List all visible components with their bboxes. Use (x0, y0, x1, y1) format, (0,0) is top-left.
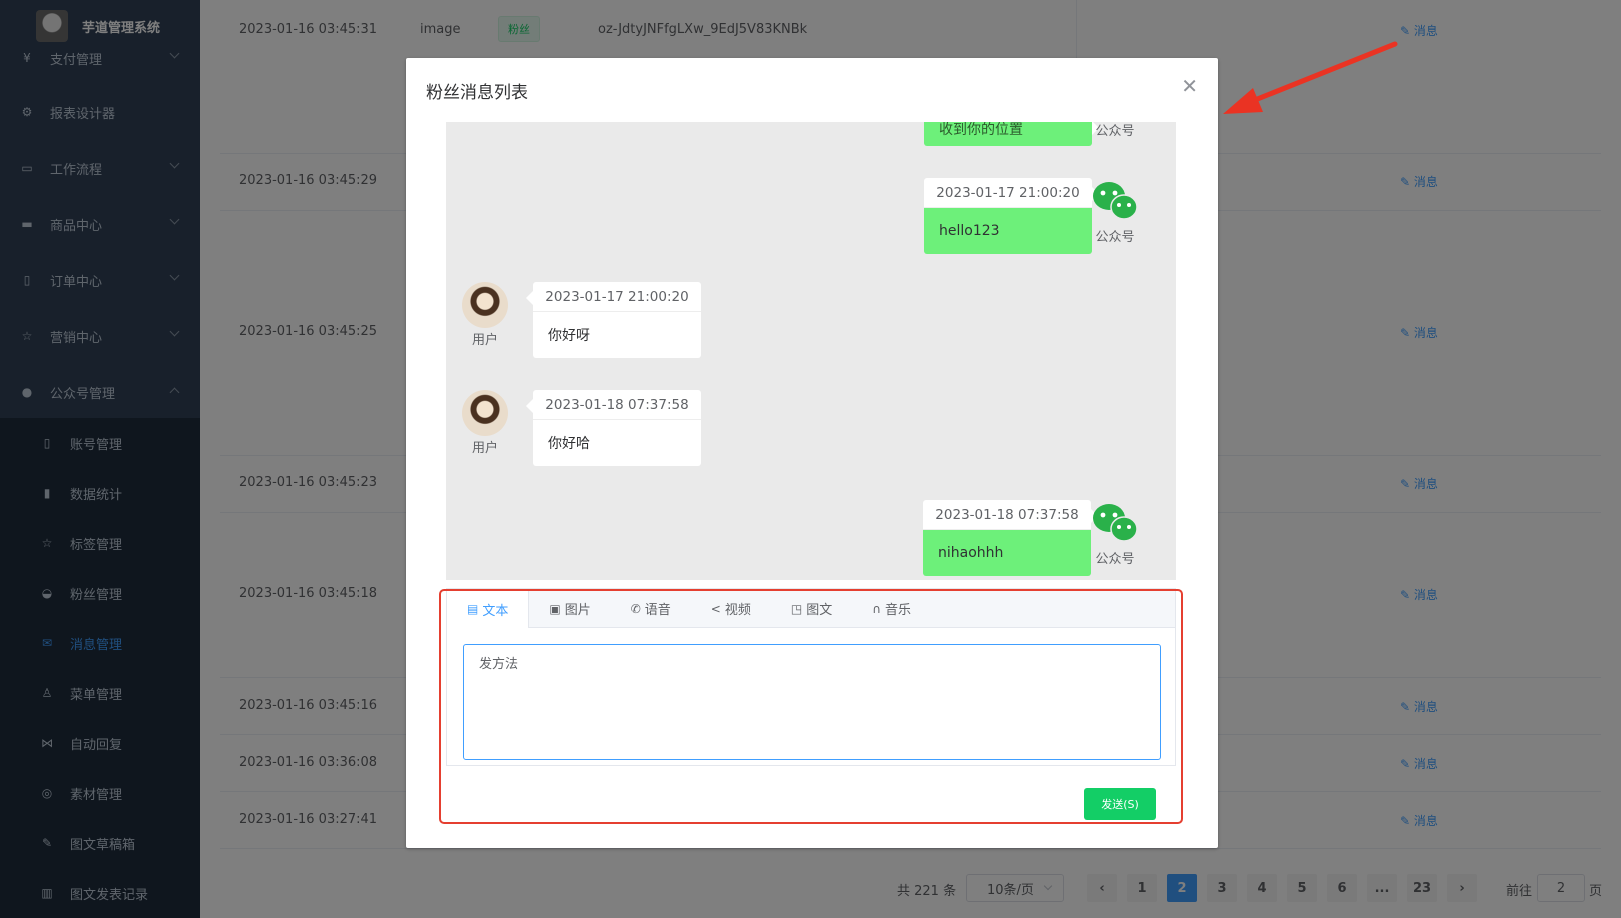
annotation-arrow-icon (1223, 41, 1398, 114)
avatar-label: 公众号 (1095, 230, 1135, 245)
message-bubble: 收到你的位置 (924, 122, 1099, 146)
wechat-avatar-icon (1093, 182, 1138, 220)
avatar-label: 用户 (471, 441, 498, 456)
avatar-label: 公众号 (1095, 124, 1135, 139)
wechat-avatar-icon (1093, 504, 1138, 542)
avatar-label: 公众号 (1095, 552, 1135, 567)
message-bubble: 2023-01-18 07:37:58 nihaohhh (923, 500, 1098, 576)
avatar-label: 用户 (471, 333, 498, 348)
message-text: 你好哈 (533, 420, 701, 466)
dialog-title: 粉丝消息列表 (426, 83, 528, 103)
message-time: 2023-01-18 07:37:58 (923, 500, 1091, 530)
message-text: 收到你的位置 (924, 122, 1092, 146)
message-time: 2023-01-17 21:00:20 (533, 282, 701, 312)
chat-history[interactable]: 收到你的位置 公众号 2023-01-17 21:00:20 hello123 … (446, 122, 1176, 580)
message-text: 你好呀 (533, 312, 701, 358)
message-time: 2023-01-18 07:37:58 (533, 390, 701, 420)
user-avatar (462, 282, 508, 328)
message-text: nihaohhh (923, 530, 1091, 576)
message-time: 2023-01-17 21:00:20 (924, 178, 1092, 208)
close-icon[interactable]: ✕ (1181, 76, 1198, 96)
message-bubble: 2023-01-17 21:00:20 hello123 (924, 178, 1099, 254)
user-avatar (462, 390, 508, 436)
message-bubble: 2023-01-18 07:37:58 你好哈 (526, 390, 701, 466)
message-text: hello123 (924, 208, 1092, 254)
highlight-box (439, 589, 1183, 824)
message-bubble: 2023-01-17 21:00:20 你好呀 (526, 282, 701, 358)
